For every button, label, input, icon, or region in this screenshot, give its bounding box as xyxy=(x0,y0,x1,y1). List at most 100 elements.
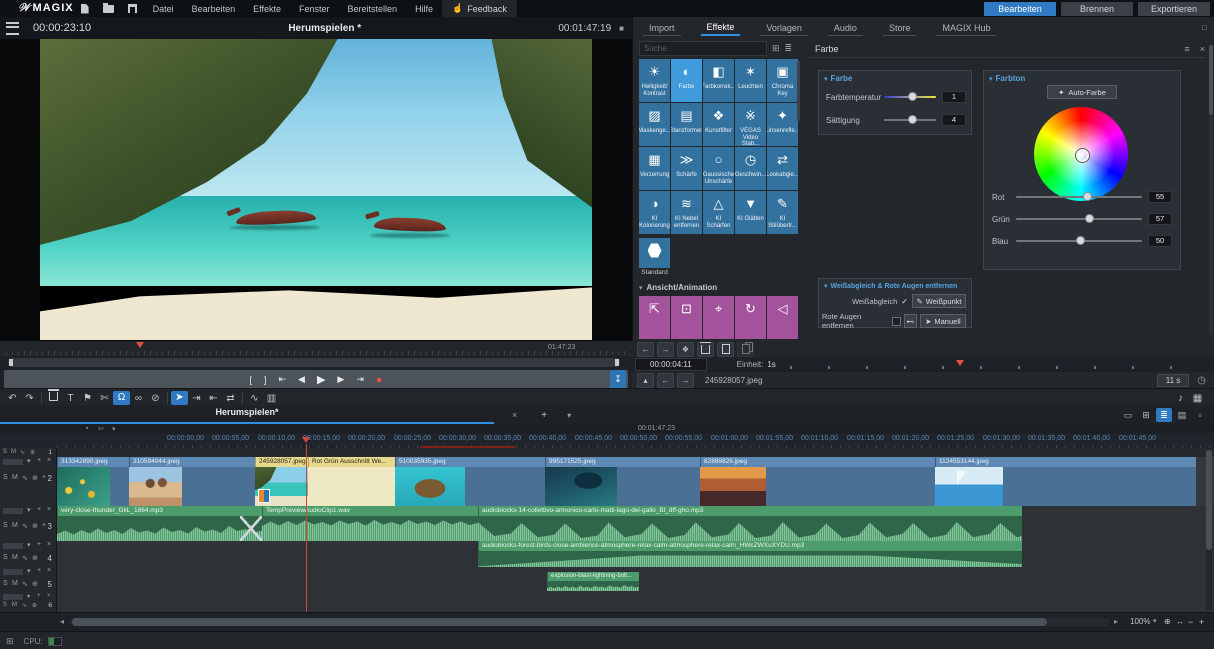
track-4-solo[interactable]: S xyxy=(3,554,8,561)
close-tab-icon[interactable]: × xyxy=(512,410,517,420)
track-4-mute[interactable]: M xyxy=(12,554,18,561)
track-6-curve-icon[interactable]: ∿ xyxy=(22,602,27,609)
track-3-add[interactable]: + xyxy=(37,506,41,513)
track-2-dropdown[interactable]: ▾ xyxy=(27,457,31,465)
color-wheel-marker[interactable] xyxy=(1076,149,1089,162)
track-5-namebox[interactable] xyxy=(3,569,23,575)
effect-prev-button[interactable]: ← xyxy=(637,342,654,357)
menu-bearbeiten[interactable]: Bearbeiten xyxy=(183,4,245,14)
track-6-dropdown[interactable]: ▾ xyxy=(27,593,30,600)
track-5-curve-icon[interactable]: ∿ xyxy=(22,580,28,588)
clip-82889826[interactable]: 82889826.jpeg xyxy=(700,457,935,506)
undo-button[interactable]: ↶ xyxy=(4,393,21,404)
track-1-curve-icon[interactable]: ∿ xyxy=(20,449,25,456)
track-6-namebox[interactable] xyxy=(3,594,23,600)
delete-button[interactable] xyxy=(45,392,62,404)
effect-tile-ki-nebel[interactable]: ≋KI Nebel entfernen xyxy=(671,191,702,234)
new-project-icon[interactable] xyxy=(81,4,89,14)
effects-scrollbar[interactable] xyxy=(797,61,800,121)
mode-exportieren-button[interactable]: Exportieren xyxy=(1138,2,1210,16)
section-ansicht-animation[interactable]: ▾ Ansicht/Animation xyxy=(639,283,800,292)
play-button[interactable]: ▶ xyxy=(317,373,325,386)
panel-scrollbar[interactable] xyxy=(1209,45,1213,335)
redo-button[interactable]: ↷ xyxy=(21,393,38,404)
effect-tile-schaerfe[interactable]: ≫Schärfe xyxy=(671,147,702,190)
fit-object-icon[interactable]: ⊕ xyxy=(1164,617,1171,626)
track-grid-button[interactable]: ▦ xyxy=(1189,393,1206,404)
dock-button[interactable]: ↧ xyxy=(610,370,626,389)
track-2[interactable]: ▾ + × S M ∿ ⊕ + 2 313342890.jpeg 3105940… xyxy=(0,457,1214,507)
jump-end-button[interactable]: ⇥ xyxy=(356,374,364,385)
track-3[interactable]: ▾ + × S M ∿ ⊕ + 3 very-close-thunder_GkL… xyxy=(0,506,1214,542)
delete-effect-button[interactable] xyxy=(697,342,714,357)
storyboard-view-button[interactable]: ⊞ xyxy=(1138,408,1154,422)
effect-tile-linsenreflexe[interactable]: ✦Linsenrefle... xyxy=(767,103,798,146)
track-2-close[interactable]: × xyxy=(47,457,51,464)
vscrollbar-thumb[interactable] xyxy=(1206,450,1212,550)
track-1-mute[interactable]: M xyxy=(11,449,16,455)
effect-tile-maskengenerator[interactable]: ▨Maskenge... xyxy=(639,103,670,146)
check-icon[interactable]: ✓ xyxy=(901,297,908,306)
open-project-icon[interactable] xyxy=(103,5,114,13)
save-project-icon[interactable] xyxy=(128,4,137,13)
compact-view-button[interactable]: ▫ xyxy=(1192,408,1208,422)
effect-tile-chroma-key[interactable]: ▣Chroma Key xyxy=(767,59,798,102)
tab-magix-hub[interactable]: MAGIX Hub xyxy=(936,20,996,36)
search-input[interactable] xyxy=(639,41,767,56)
track-4-dropdown[interactable]: ▾ xyxy=(27,541,31,549)
list-view-icon[interactable]: ≣ xyxy=(785,43,793,54)
object-up-button[interactable]: ▴ xyxy=(637,373,654,388)
project-tab[interactable]: Herumspielen* xyxy=(0,407,494,424)
effect-tile-kunstfilter[interactable]: ❖Kunstfilter xyxy=(703,103,734,146)
object-duration-badge[interactable]: 11 s xyxy=(1157,374,1190,387)
effect-tile-verzerrung[interactable]: ▦Verzerrung xyxy=(639,147,670,190)
effect-tile-groesse-position[interactable]: ⇱ xyxy=(639,296,670,339)
effect-tile-ki-stiluebertragung[interactable]: ✎KI Stilübertr... xyxy=(767,191,798,234)
status-grid-icon[interactable]: ⊞ xyxy=(6,636,14,647)
scrub-marker[interactable] xyxy=(136,342,144,348)
farbe-group-header[interactable]: ▾ Farbe xyxy=(824,74,971,83)
track-3-plus-icon[interactable]: + xyxy=(42,522,46,529)
clip-995171525[interactable]: 995171525.jpeg xyxy=(545,457,700,506)
range-out-button[interactable]: ] xyxy=(264,375,267,385)
track-3-mute[interactable]: M xyxy=(12,522,18,529)
previous-frame-button[interactable]: ◀ xyxy=(298,374,305,385)
effect-tile-gauss-unschaerfe[interactable]: ○Gaussische Unschärfe xyxy=(703,147,734,190)
scene-view-button[interactable]: ▤ xyxy=(1174,408,1190,422)
razor-button[interactable]: ✄ xyxy=(96,393,113,404)
track-6-fx-icon[interactable]: ⊕ xyxy=(32,602,37,609)
track-2-solo[interactable]: S xyxy=(3,474,8,481)
track-6-mute[interactable]: M xyxy=(12,602,17,608)
range-in-button[interactable]: [ xyxy=(249,375,252,385)
effect-tile-stanzformen[interactable]: ▤Stanzformen xyxy=(671,103,702,146)
farbton-group-header[interactable]: ▾ Farbton xyxy=(989,74,1180,83)
snap-button[interactable]: Ω xyxy=(113,391,130,405)
effect-tile-lookabgleich[interactable]: ⇄Lookabgle... xyxy=(767,147,798,190)
curve-mode-button[interactable]: ∿ xyxy=(246,393,263,404)
playhead-marker[interactable] xyxy=(302,437,310,443)
effect-next-button[interactable]: → xyxy=(657,342,674,357)
clip-310594044[interactable]: 310594044.jpeg xyxy=(129,457,255,506)
mode-bearbeiten-button[interactable]: Bearbeiten xyxy=(984,2,1056,16)
text-tool-button[interactable]: T xyxy=(62,393,79,404)
gruen-value[interactable]: 57 xyxy=(1148,213,1172,225)
effect-tile-farbe[interactable]: ◐Farbe xyxy=(671,59,702,102)
preview-scrub-ruler[interactable]: 01:47:23 xyxy=(0,341,632,356)
track-2-mute[interactable]: M xyxy=(12,474,18,481)
auto-farbe-button[interactable]: ✦ Auto-Farbe xyxy=(1047,85,1117,99)
range-mode-button[interactable]: ▥ xyxy=(263,393,280,404)
track-1-fx-icon[interactable]: ⊕ xyxy=(30,449,35,456)
zoom-out-icon[interactable]: − xyxy=(1188,617,1193,627)
effect-tile-leuchten[interactable]: ✶Leuchten xyxy=(735,59,766,102)
audio-mute-button[interactable]: ♪ xyxy=(1172,393,1189,404)
tab-effekte[interactable]: Effekte xyxy=(701,19,741,36)
feedback-button[interactable]: ☝Feedback xyxy=(442,0,517,17)
scrollbar-grip-left[interactable] xyxy=(9,359,13,366)
hamburger-menu-icon[interactable] xyxy=(6,22,19,35)
window-icon[interactable]: □ xyxy=(1202,23,1207,32)
copy-effect-button[interactable] xyxy=(717,342,734,357)
scrollbar-track[interactable] xyxy=(8,358,620,367)
scrollbar-grip-right[interactable] xyxy=(615,359,619,366)
gruen-slider[interactable] xyxy=(1016,218,1142,220)
track-2-fx-icon[interactable]: ⊕ xyxy=(32,474,38,482)
